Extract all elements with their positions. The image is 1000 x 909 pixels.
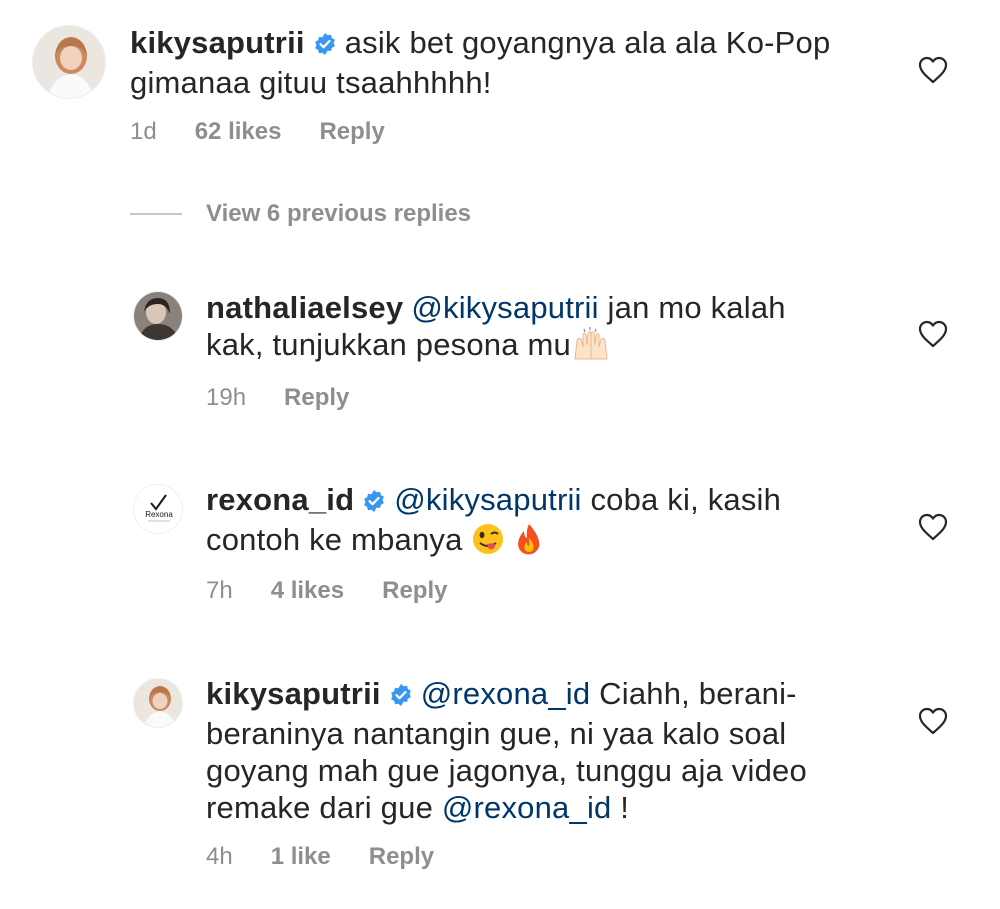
avatar-kikysaputrii[interactable] — [32, 25, 106, 99]
divider-line — [130, 213, 182, 215]
comment-line-2: beraninya nantangin gue, ni yaa kalo soa… — [206, 716, 787, 751]
comment-meta: 7h 4 likes Reply — [206, 577, 447, 605]
comment-line-4-end: ! — [611, 790, 630, 825]
comment-line-2: contoh ke mbanya — [206, 522, 463, 557]
reply-button[interactable]: Reply — [369, 843, 434, 871]
comment-line-1: Ciahh, berani- — [599, 676, 797, 711]
avatar-rexona-id[interactable]: Rexona — [133, 484, 183, 534]
comment-line-2: kak, tunjukkan pesona mu — [206, 327, 571, 362]
likes-count[interactable]: 62 likes — [195, 118, 282, 146]
avatar-nathaliaelsey[interactable] — [133, 291, 183, 341]
heart-outline-icon[interactable] — [918, 513, 948, 546]
winking-tongue-emoji-icon — [471, 522, 505, 564]
comment-meta: 1d 62 likes Reply — [130, 118, 385, 146]
avatar-kikysaputrii[interactable] — [133, 678, 183, 728]
fire-emoji-icon — [514, 522, 544, 564]
verified-badge-icon — [362, 484, 386, 521]
comment-text: rexona_id @kikysaputrii coba ki, kasih co… — [206, 481, 781, 564]
mention-link[interactable]: @kikysaputrii — [394, 482, 581, 517]
avatar-photo — [134, 679, 182, 727]
verified-badge-icon — [389, 678, 413, 715]
comment-text: kikysaputrii asik bet goyangnya ala ala K… — [130, 24, 830, 101]
reply-button[interactable]: Reply — [319, 118, 384, 146]
timestamp: 1d — [130, 118, 157, 145]
view-replies-label: View 6 previous replies — [206, 200, 472, 227]
view-previous-replies-button[interactable]: View 6 previous replies — [130, 200, 471, 228]
svg-text:Rexona: Rexona — [145, 510, 173, 519]
reply-button[interactable]: Reply — [382, 577, 447, 605]
comment-meta: 19h Reply — [206, 384, 349, 412]
timestamp: 7h — [206, 577, 233, 604]
comment-line-1: coba ki, kasih — [590, 482, 782, 517]
heart-outline-icon[interactable] — [918, 56, 948, 89]
comment-line-4: remake dari gue — [206, 790, 434, 825]
avatar-photo — [134, 292, 182, 340]
comment-line-2: gimanaa gituu tsaahhhhh! — [130, 65, 492, 100]
likes-count[interactable]: 1 like — [271, 843, 331, 871]
timestamp: 19h — [206, 384, 247, 411]
rexona-logo-icon: Rexona — [134, 485, 182, 533]
username[interactable]: kikysaputrii — [130, 25, 305, 60]
avatar-photo — [33, 26, 105, 98]
likes-count[interactable]: 4 likes — [271, 577, 344, 605]
heart-outline-icon[interactable] — [918, 320, 948, 353]
raising-hands-emoji-icon — [571, 327, 611, 369]
reply-button[interactable]: Reply — [284, 384, 349, 412]
comment-text: nathaliaelsey @kikysaputrii jan mo kalah … — [206, 289, 786, 369]
mention-link[interactable]: @kikysaputrii — [411, 290, 598, 325]
verified-badge-icon — [313, 27, 337, 64]
heart-outline-icon[interactable] — [918, 707, 948, 740]
mention-link[interactable]: @rexona_id — [421, 676, 591, 711]
comment-line-1: asik bet goyangnya ala ala Ko-Pop — [344, 25, 831, 60]
username[interactable]: kikysaputrii — [206, 676, 381, 711]
timestamp: 4h — [206, 843, 233, 870]
mention-link[interactable]: @rexona_id — [442, 790, 612, 825]
comment-line-3: goyang mah gue jagonya, tunggu aja video — [206, 753, 807, 788]
comment-line-1: jan mo kalah — [607, 290, 786, 325]
comment-meta: 4h 1 like Reply — [206, 843, 434, 871]
username[interactable]: rexona_id — [206, 482, 354, 517]
username[interactable]: nathaliaelsey — [206, 290, 403, 325]
comment-text: kikysaputrii @rexona_id Ciahh, berani- be… — [206, 675, 807, 826]
